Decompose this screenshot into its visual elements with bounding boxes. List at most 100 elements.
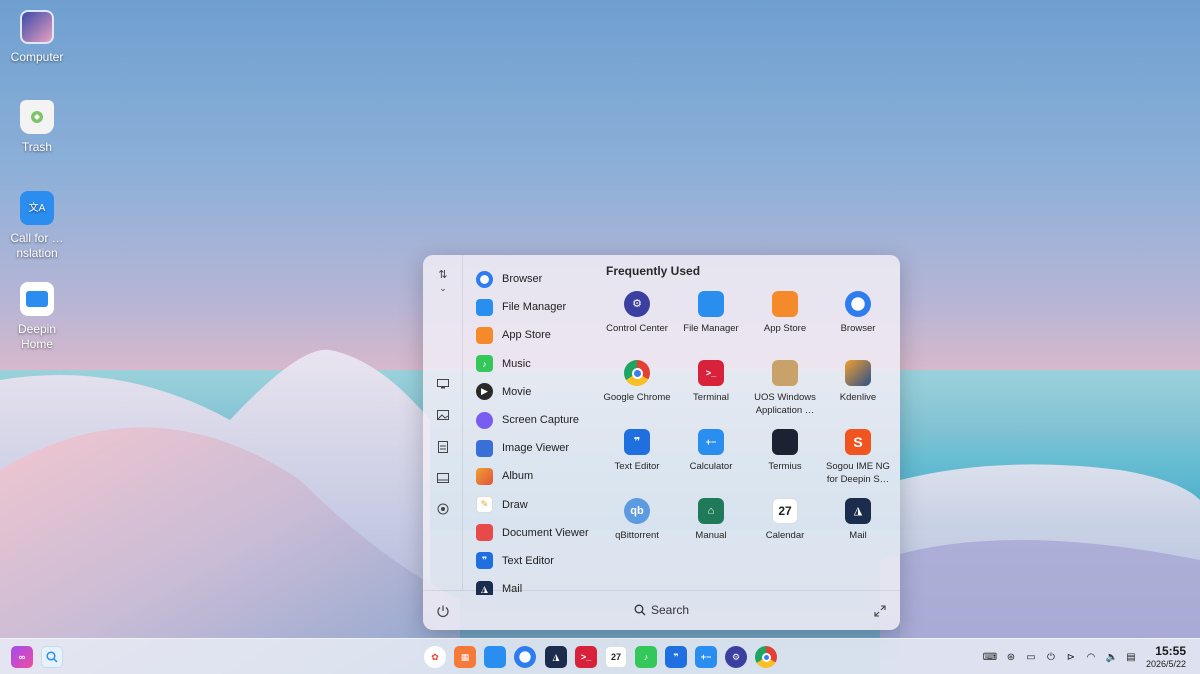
movie-icon: ▶ [476, 383, 493, 401]
desktop-icon-deepin-home[interactable]: Deepin Home [4, 282, 70, 352]
browser-icon[interactable] [514, 646, 536, 668]
power-button[interactable] [436, 604, 450, 618]
notification-toggle-icon[interactable]: ▤ [1125, 651, 1137, 663]
qbittorrent-icon: qb [624, 498, 650, 524]
keyboard-icon[interactable]: ⌨ [983, 651, 997, 663]
grid-item-file-manager[interactable]: File Manager [674, 291, 748, 336]
file-manager-icon[interactable] [484, 646, 506, 668]
grid-item-kdenlive[interactable]: Kdenlive [821, 360, 895, 405]
desktop-icon-translate[interactable]: 文A Call for …nslation [4, 191, 70, 261]
termius-icon [772, 429, 798, 455]
launcher-footer: Search [423, 590, 900, 630]
clock-time: 15:55 [1155, 644, 1186, 658]
category-image-icon[interactable] [436, 408, 450, 422]
list-item[interactable]: Image Viewer [473, 434, 608, 462]
document-viewer-icon [476, 524, 493, 542]
taskbar: ∞ ✿ ▦ ◮ >_ 27 ♪ ❞ +− ⚙ ⌨ ⊛ ▭ ⏻ ⊳ ◠ 🔈 ▤ 1… [0, 638, 1200, 674]
grid-item-mail[interactable]: ◮ Mail [821, 498, 895, 543]
fullscreen-button[interactable] [874, 604, 886, 617]
clock-date: 2026/5/22 [1145, 659, 1186, 669]
music-icon: ♪ [476, 355, 493, 373]
desktop-icon-label: Deepin Home [17, 322, 57, 351]
file-manager-icon [476, 298, 493, 316]
battery-icon[interactable]: ▭ [1025, 651, 1037, 663]
frequently-used-title: Frequently Used [606, 264, 701, 278]
media-icon[interactable]: ⊳ [1065, 651, 1077, 663]
category-system-icon[interactable] [436, 502, 450, 516]
grid-item-qbittorrent[interactable]: qb qBittorrent [600, 498, 674, 543]
grid-item-text-editor[interactable]: ❞ Text Editor [600, 429, 674, 474]
grid-item-calendar[interactable]: 27 Calendar [748, 498, 822, 543]
volume-muted-icon[interactable]: 🔈 [1106, 651, 1118, 663]
grid-item-google-chrome[interactable]: Google Chrome [600, 360, 674, 405]
search-button[interactable]: Search [634, 603, 689, 617]
sort-toggle-icon[interactable]: ⇅ [436, 267, 450, 281]
search-icon [634, 604, 646, 616]
mail-icon[interactable]: ◮ [545, 646, 567, 668]
list-item[interactable]: ❞ Text Editor [473, 547, 608, 575]
terminal-icon[interactable]: >_ [575, 646, 597, 668]
desktop-icon-trash[interactable]: Trash [4, 100, 70, 155]
calculator-icon[interactable]: +− [695, 646, 717, 668]
workspace-icon[interactable]: ▦ [454, 646, 476, 668]
trash-icon [20, 100, 54, 134]
list-item[interactable]: ▶ Movie [473, 378, 608, 406]
uos-windows-icon [772, 360, 798, 386]
launcher-button-icon[interactable]: ∞ [11, 646, 33, 668]
text-editor-icon[interactable]: ❞ [665, 646, 687, 668]
grid-item-sogou[interactable]: S Sogou IME NG for Deepin S… [821, 429, 895, 486]
app-store-icon [476, 326, 493, 344]
power-icon [437, 605, 449, 618]
grid-item-manual[interactable]: ⌂ Manual [674, 498, 748, 543]
text-editor-icon: ❞ [476, 552, 493, 570]
list-item[interactable]: Document Viewer [473, 519, 608, 547]
mail-icon: ◮ [845, 498, 871, 524]
grid-item-uos-windows[interactable]: UOS Windows Application … [748, 360, 822, 417]
manual-icon: ⌂ [698, 498, 724, 524]
control-center-icon: ⚙ [624, 291, 650, 317]
browser-icon [476, 270, 493, 288]
grid-item-calculator[interactable]: +− Calculator [674, 429, 748, 474]
multitask-icon[interactable]: ✿ [424, 646, 446, 668]
calendar-icon: 27 [772, 498, 798, 524]
list-item[interactable]: Browser [473, 265, 608, 293]
list-item[interactable]: ✎ Draw [473, 491, 608, 519]
terminal-icon: >_ [698, 360, 724, 386]
chrome-icon [624, 360, 650, 386]
clock[interactable]: 15:55 2026/5/22 [1146, 645, 1186, 670]
music-icon[interactable]: ♪ [635, 646, 657, 668]
desktop-icon-label: Computer [10, 50, 64, 64]
grid-item-browser[interactable]: Browser [821, 291, 895, 336]
desktop-icon-computer[interactable]: Computer [4, 10, 70, 65]
power-icon[interactable]: ⏻ [1045, 651, 1057, 663]
list-item[interactable]: File Manager [473, 293, 608, 321]
category-document-icon[interactable] [436, 440, 450, 454]
list-item[interactable]: Album [473, 462, 608, 490]
category-rail: ⇅ ⌄ [423, 255, 463, 590]
app-store-icon [772, 291, 798, 317]
category-window-icon[interactable] [436, 471, 450, 485]
expand-icon [874, 605, 886, 617]
computer-icon [20, 10, 54, 44]
sogou-icon: S [845, 429, 871, 455]
wifi-icon[interactable]: ◠ [1085, 651, 1097, 663]
grid-item-app-store[interactable]: App Store [748, 291, 822, 336]
launcher-window: ⇅ ⌄ Browser File Manager App Store ♪ Musi… [423, 255, 900, 630]
image-viewer-icon [476, 439, 493, 457]
grid-item-control-center[interactable]: ⚙ Control Center [600, 291, 674, 336]
control-center-icon[interactable]: ⚙ [725, 646, 747, 668]
calculator-icon: +− [698, 429, 724, 455]
chrome-icon[interactable] [755, 646, 777, 668]
grid-item-terminal[interactable]: >_ Terminal [674, 360, 748, 405]
search-app-icon[interactable] [41, 646, 63, 668]
lock-icon[interactable]: ⊛ [1005, 651, 1017, 663]
browser-icon [845, 291, 871, 317]
grid-item-termius[interactable]: Termius [748, 429, 822, 474]
list-item[interactable]: App Store [473, 321, 608, 349]
chevron-down-icon[interactable]: ⌄ [436, 281, 450, 295]
calendar-icon[interactable]: 27 [605, 646, 627, 668]
all-apps-list: Browser File Manager App Store ♪ Music ▶ M… [473, 265, 608, 595]
list-item[interactable]: Screen Capture [473, 406, 608, 434]
list-item[interactable]: ♪ Music [473, 350, 608, 378]
category-desktop-icon[interactable] [436, 377, 450, 391]
